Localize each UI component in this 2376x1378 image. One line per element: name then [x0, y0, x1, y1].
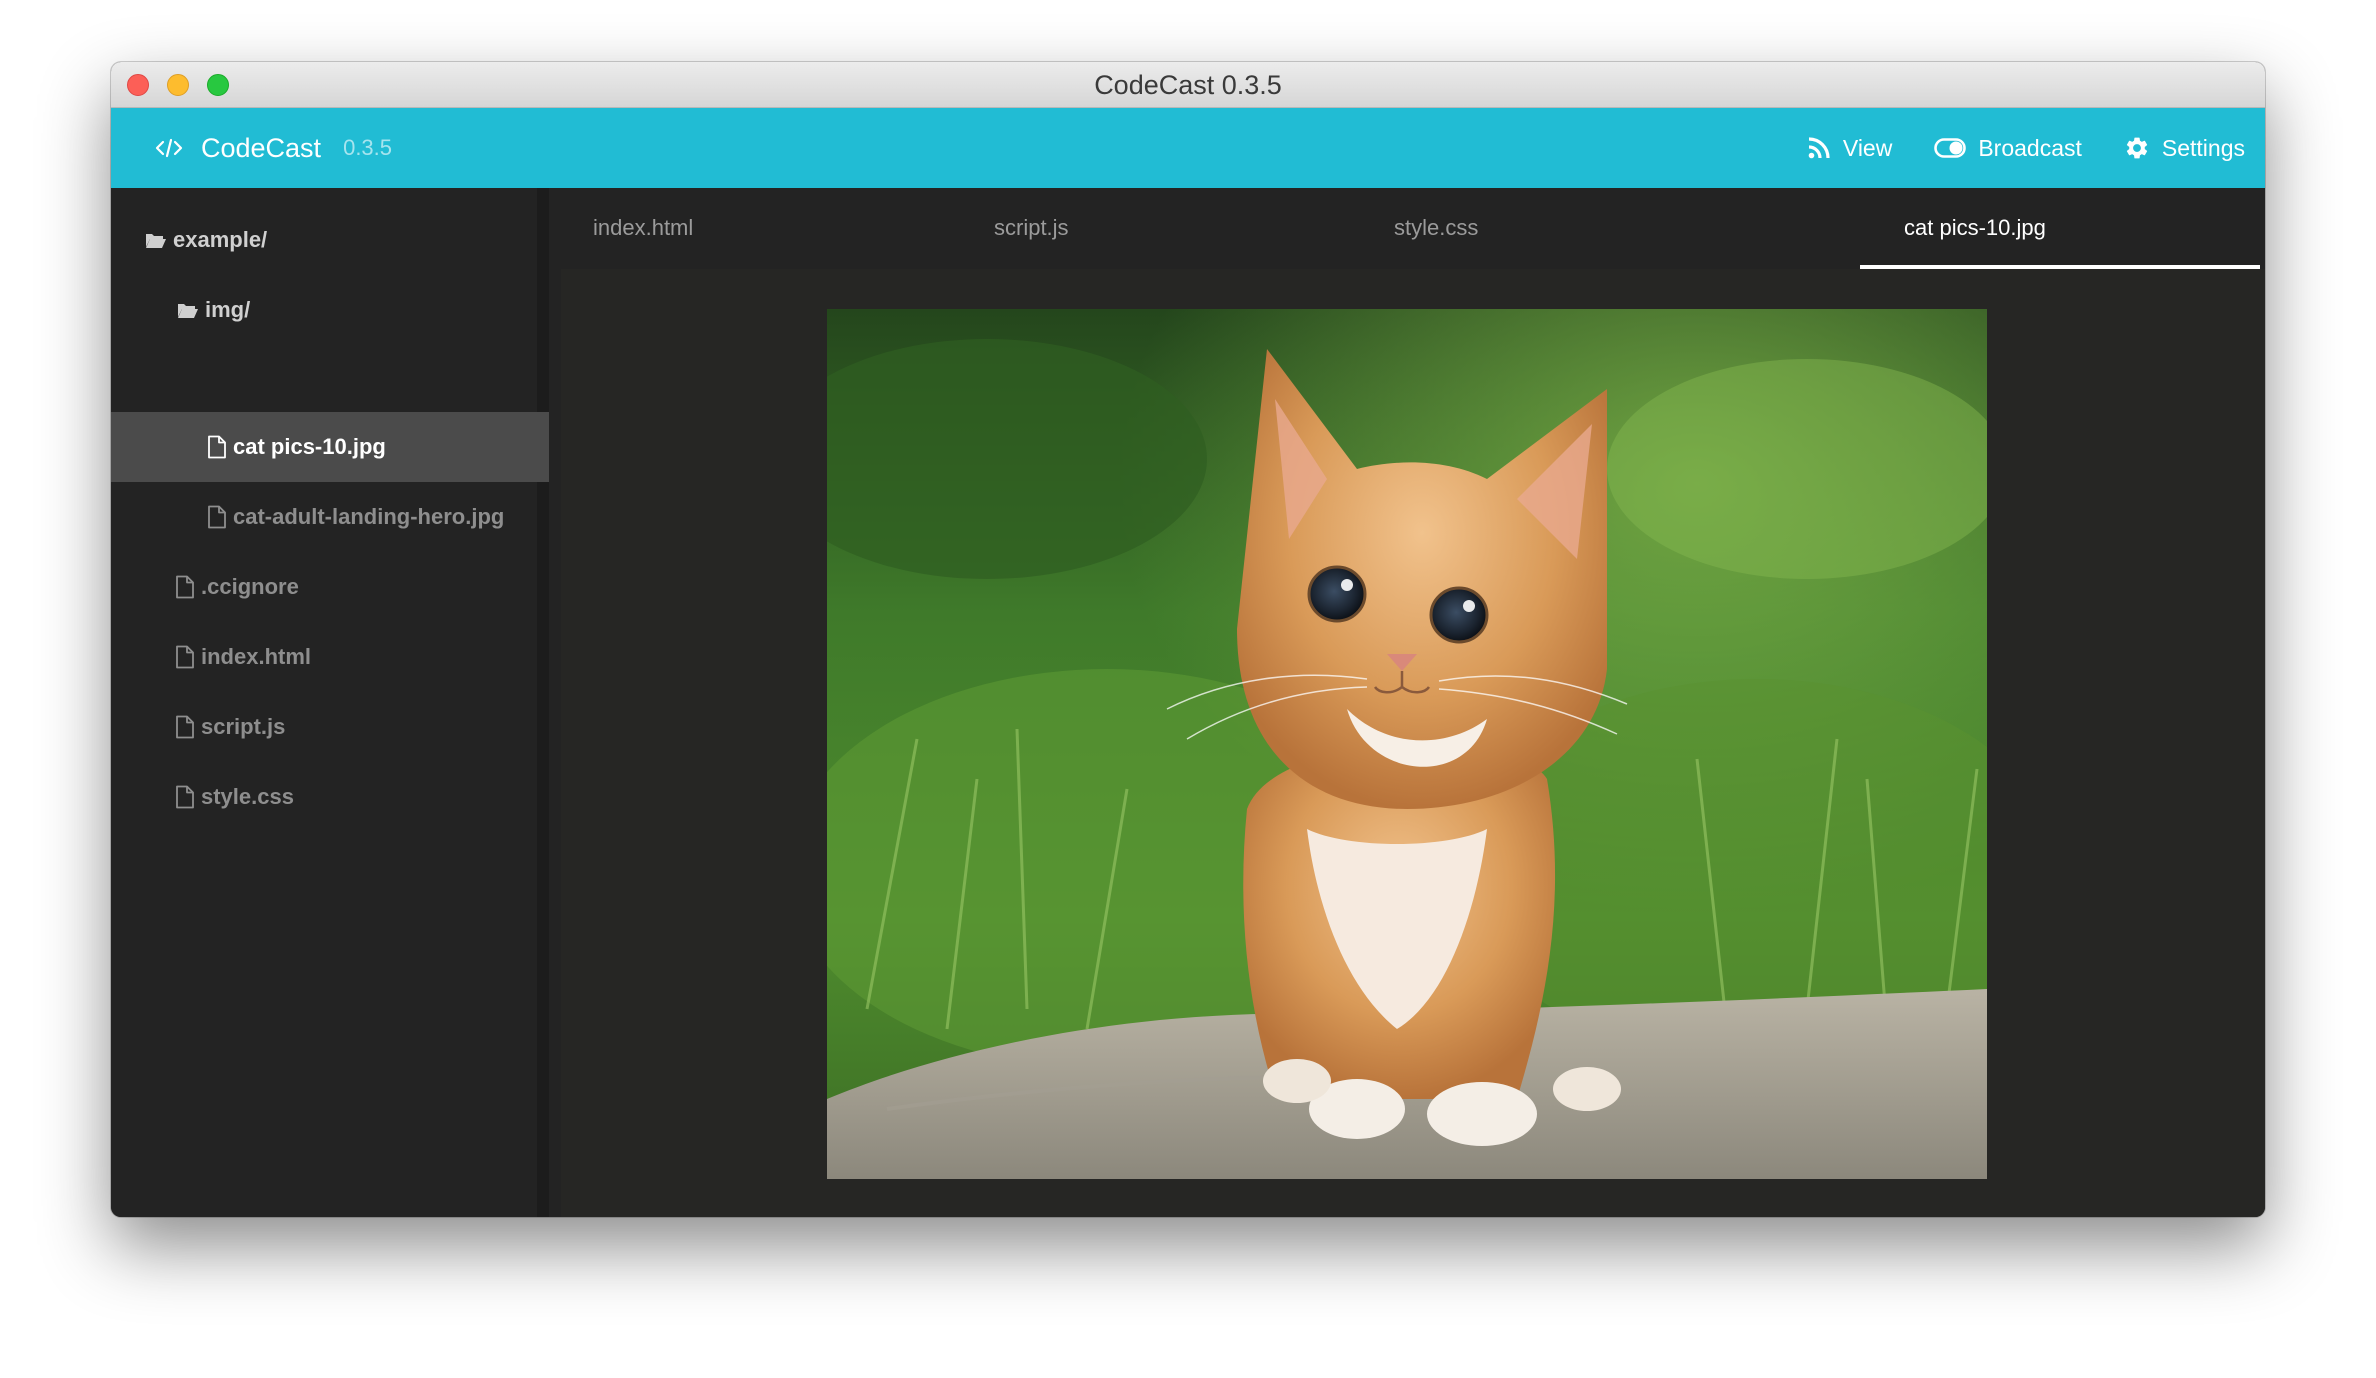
- tree-file-index-html[interactable]: index.html: [111, 622, 549, 692]
- code-icon: [155, 137, 183, 159]
- broadcast-toggle[interactable]: Broadcast: [1934, 135, 2082, 162]
- file-icon: [175, 785, 201, 809]
- file-icon: [175, 575, 201, 599]
- rss-icon: [1807, 136, 1843, 160]
- tab-bar: index.html script.js style.css cat pics-…: [561, 188, 2265, 269]
- window-title: CodeCast 0.3.5: [1094, 70, 1282, 100]
- tree-item-label: .ccignore: [201, 574, 299, 599]
- tab-style-css[interactable]: style.css: [1394, 188, 1478, 269]
- folder-open-icon: [177, 301, 205, 319]
- tree-file-style-css[interactable]: style.css: [111, 762, 549, 832]
- view-label: View: [1842, 134, 1893, 161]
- tab-script-js[interactable]: script.js: [994, 188, 1069, 269]
- gear-icon: [2124, 135, 2162, 161]
- file-icon: [207, 435, 233, 459]
- tree-folder-example[interactable]: example/: [111, 205, 549, 275]
- brand[interactable]: CodeCast 0.3.5: [155, 108, 392, 188]
- file-icon: [175, 715, 201, 739]
- view-button[interactable]: View: [1807, 135, 1892, 162]
- tree-item-label: cat-adult-landing-hero.jpg: [233, 504, 505, 529]
- tree-item-label: img/: [205, 297, 251, 322]
- tree-item-label: example/: [173, 227, 268, 252]
- tree-item-label: index.html: [201, 644, 312, 669]
- folder-open-icon: [145, 231, 173, 249]
- tab-index-html[interactable]: index.html: [593, 188, 693, 269]
- tree-file-script-js[interactable]: script.js: [111, 692, 549, 762]
- tree-file-cat-pics-10[interactable]: cat pics-10.jpg: [111, 412, 549, 482]
- app-name: CodeCast: [201, 132, 322, 163]
- settings-button[interactable]: Settings: [2124, 135, 2245, 162]
- kitten-photo: [827, 309, 1987, 1179]
- file-icon: [175, 645, 201, 669]
- file-tree: example/ img/ cat pics-10.jpg cat-adult-…: [111, 188, 549, 1217]
- tree-item-label: script.js: [201, 714, 286, 739]
- file-icon: [207, 505, 233, 529]
- settings-label: Settings: [2161, 134, 2245, 161]
- tab-cat-pics-10[interactable]: cat pics-10.jpg: [1904, 188, 2046, 269]
- tree-folder-img[interactable]: img/: [111, 275, 549, 345]
- app-version: 0.3.5: [343, 135, 393, 160]
- app-header: CodeCast 0.3.5 View Broadcast Settings: [111, 108, 2265, 188]
- tree-item-label: style.css: [201, 784, 294, 809]
- broadcast-label: Broadcast: [1978, 134, 2082, 161]
- image-viewer: [561, 269, 2265, 1217]
- title-bar: CodeCast 0.3.5: [111, 62, 2265, 108]
- tree-file-ccignore[interactable]: .ccignore: [111, 552, 549, 622]
- editor-area: index.html script.js style.css cat pics-…: [561, 188, 2265, 1217]
- tree-file-cat-adult-landing-hero[interactable]: cat-adult-landing-hero.jpg: [111, 482, 549, 552]
- header-nav: View Broadcast Settings: [1765, 108, 2245, 188]
- app-window: CodeCast 0.3.5 CodeCast 0.3.5 View Broad…: [111, 62, 2265, 1217]
- toggle-icon: [1934, 137, 1978, 159]
- tree-item-label: cat pics-10.jpg: [233, 434, 386, 459]
